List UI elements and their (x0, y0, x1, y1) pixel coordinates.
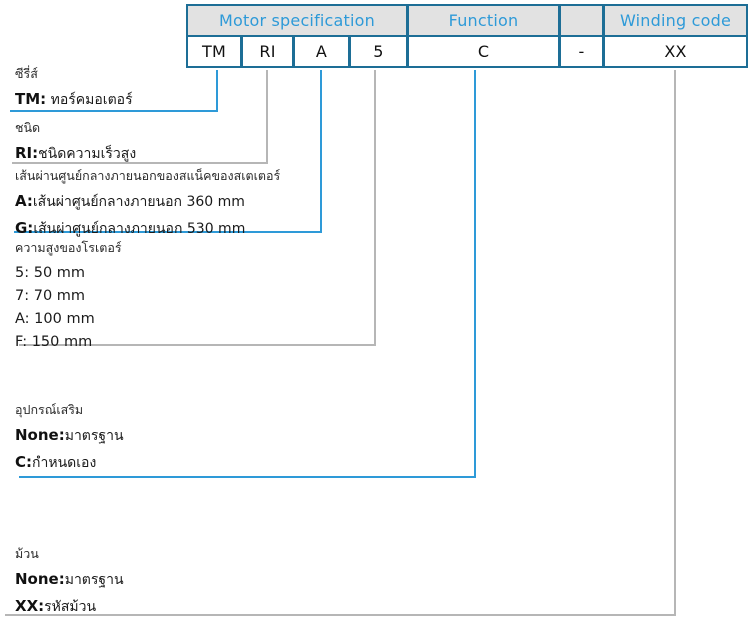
section-winding-item-1: XX:รหัสม้วน (15, 597, 124, 617)
header-function: Function (408, 4, 560, 36)
section-rotor-height-title: ความสูงของโรเตอร์ (15, 240, 122, 255)
header-separator (560, 4, 604, 36)
type-item-0-key: RI: (15, 144, 39, 162)
accessory-item-0-value: มาตรฐาน (64, 428, 124, 444)
series-item-0-key: TM: (15, 90, 47, 108)
section-type-title: ชนิด (15, 120, 41, 135)
section-accessory: อุปกรณ์เสริม None:มาตรฐาน C:กำหนดเอง (12, 402, 124, 479)
value-stator-diameter: A (294, 36, 350, 68)
value-type: RI (242, 36, 294, 68)
header-motor-specification: Motor specification (186, 4, 408, 36)
section-stator-diameter: เส้นผ่านศูนย์กลางภายนอกของสแน็คของสเตเตอ… (12, 168, 280, 245)
section-type-item-0: RI:ชนิดความเร็วสูง (15, 144, 136, 164)
stator-item-0-value: เส้นผ่าศูนย์กลางภายนอก 360 mm (32, 194, 245, 210)
winding-item-0-key: None: (15, 570, 65, 588)
stator-item-0-key: A: (15, 192, 33, 210)
section-rotor-height-item-2: A: 100 mm (15, 311, 95, 328)
section-accessory-item-1: C:กำหนดเอง (15, 453, 124, 473)
series-item-0-value: ทอร์คมอเตอร์ (46, 92, 133, 108)
stator-item-1-key: G: (15, 218, 34, 237)
section-winding: ม้วน None:มาตรฐาน XX:รหัสม้วน (12, 546, 124, 623)
section-winding-item-0: None:มาตรฐาน (15, 570, 124, 590)
stator-item-1-value: เส้นผ่าศูนย์กลางภายนอก 530 mm (33, 220, 246, 237)
accessory-item-1-value: กำหนดเอง (32, 454, 97, 471)
section-series-title: ซีรี่ส์ (15, 66, 38, 81)
connector-vline-stator-diameter (320, 70, 322, 233)
winding-item-1-value: รหัสม้วน (44, 598, 97, 615)
part-number-code-table: Motor specification Function Winding cod… (186, 4, 748, 68)
section-rotor-height-item-0: 5: 50 mm (15, 265, 86, 281)
table-value-row: TM RI A 5 C - XX (186, 36, 748, 68)
winding-item-0-value: มาตรฐาน (64, 572, 124, 588)
section-accessory-title: อุปกรณ์เสริม (15, 402, 84, 417)
section-rotor-height: ความสูงของโรเตอร์ 5: 50 mm 7: 70 mm A: 1… (12, 240, 122, 357)
connector-vline-winding (674, 70, 676, 616)
accessory-item-1-key: C: (15, 452, 33, 471)
header-winding-code: Winding code (604, 4, 748, 36)
table-header-row: Motor specification Function Winding cod… (186, 4, 748, 36)
connector-vline-rotor-height (374, 70, 376, 346)
connector-vline-type (266, 70, 268, 164)
connector-vline-series (216, 70, 218, 112)
value-dash: - (560, 36, 604, 68)
winding-item-1-key: XX: (15, 596, 45, 615)
connector-vline-accessory (474, 70, 476, 478)
value-series: TM (186, 36, 242, 68)
section-accessory-item-0: None:มาตรฐาน (15, 426, 124, 446)
section-stator-diameter-title: เส้นผ่านศูนย์กลางภายนอกของสแน็คของสเตเตอ… (15, 168, 281, 183)
section-winding-title: ม้วน (15, 546, 39, 561)
type-item-0-value: ชนิดความเร็วสูง (38, 146, 137, 162)
section-type: ชนิด RI:ชนิดความเร็วสูง (12, 120, 136, 171)
section-rotor-height-item-1: 7: 70 mm (15, 288, 86, 305)
accessory-item-0-key: None: (15, 426, 65, 444)
section-stator-diameter-item-0: A:เส้นผ่าศูนย์กลางภายนอก 360 mm (15, 192, 280, 212)
value-winding-code: XX (604, 36, 748, 68)
value-rotor-height: 5 (350, 36, 408, 68)
section-series-item-0: TM: ทอร์คมอเตอร์ (15, 90, 133, 110)
section-series: ซีรี่ส์ TM: ทอร์คมอเตอร์ (12, 66, 133, 117)
value-function: C (408, 36, 560, 68)
section-stator-diameter-item-1: G:เส้นผ่าศูนย์กลางภายนอก 530 mm (15, 219, 280, 239)
section-rotor-height-item-3: F: 150 mm (15, 334, 93, 351)
